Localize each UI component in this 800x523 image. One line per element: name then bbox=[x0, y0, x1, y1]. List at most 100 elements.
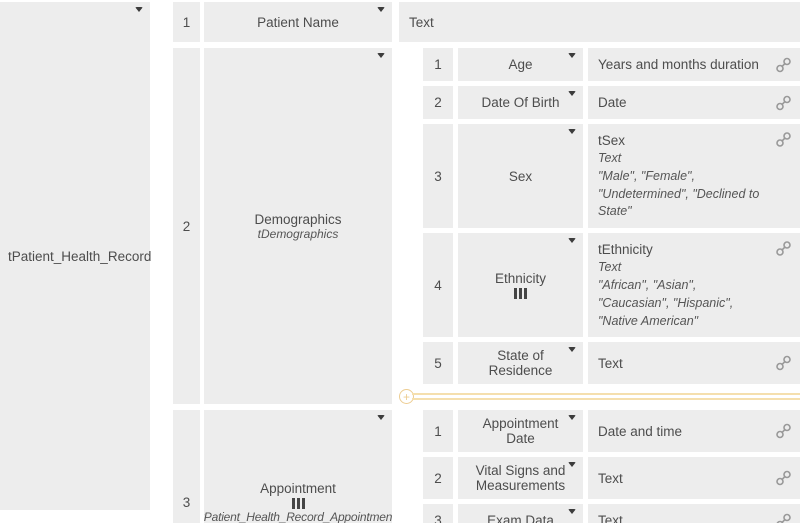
child-row-state-of-residence: 5 State of Residence Text bbox=[423, 342, 800, 384]
link-icon[interactable] bbox=[775, 94, 792, 111]
chevron-down-icon[interactable] bbox=[377, 7, 385, 12]
field-index[interactable]: 2 bbox=[423, 86, 453, 119]
field-type-cell[interactable]: tEthnicity Text "African", "Asian", "Cau… bbox=[588, 233, 800, 337]
field-name: Ethnicity bbox=[495, 271, 546, 286]
field-name: Appointment bbox=[260, 481, 336, 496]
link-icon[interactable] bbox=[775, 355, 792, 372]
field-name: Exam Data bbox=[487, 513, 554, 523]
field-type-cell[interactable]: Date bbox=[588, 86, 800, 119]
field-name: Sex bbox=[509, 169, 532, 184]
field-name-cell[interactable]: Date Of Birth bbox=[458, 86, 583, 119]
link-icon[interactable] bbox=[775, 240, 792, 257]
field-index[interactable]: 1 bbox=[423, 48, 453, 81]
field-index[interactable]: 3 bbox=[423, 504, 453, 523]
field-enum-values: "African", "Asian", "Caucasian", "Hispan… bbox=[598, 277, 770, 330]
child-row-age: 1 Age Years and months duration bbox=[423, 48, 800, 81]
field-index[interactable]: 2 bbox=[173, 48, 200, 404]
field-index[interactable]: 1 bbox=[173, 2, 200, 42]
chevron-down-icon[interactable] bbox=[377, 53, 385, 58]
field-index[interactable]: 3 bbox=[173, 410, 200, 523]
field-name-cell[interactable]: Appointment tPatient_Health_Record_Appoi… bbox=[204, 410, 392, 523]
link-icon[interactable] bbox=[775, 512, 792, 523]
field-name: Appointment Date bbox=[468, 416, 573, 446]
field-name: Age bbox=[508, 57, 532, 72]
field-name-cell[interactable]: Vital Signs and Measurements bbox=[458, 457, 583, 499]
field-type-name: tDemographics bbox=[258, 227, 339, 241]
child-row-exam-data: 3 Exam Data Text bbox=[423, 504, 800, 523]
child-fields-area: 1 Age Years and months duration bbox=[399, 48, 800, 404]
field-name-cell[interactable]: Ethnicity bbox=[458, 233, 583, 337]
child-row-sex: 3 Sex tSex Text "Male", "Female", "Undet… bbox=[423, 124, 800, 228]
schema-editor-canvas: tPatient_Health_Record 1 Patient Name Te… bbox=[0, 0, 800, 523]
field-name-cell[interactable]: Sex bbox=[458, 124, 583, 228]
link-icon[interactable] bbox=[775, 131, 792, 148]
chevron-down-icon[interactable] bbox=[568, 415, 576, 420]
field-base-type: Text bbox=[598, 259, 770, 277]
repeat-icon bbox=[514, 288, 527, 299]
field-row-demographics: 2 Demographics tDemographics 1 Age Year bbox=[173, 48, 800, 404]
field-name: Demographics bbox=[254, 212, 341, 227]
chevron-down-icon[interactable] bbox=[135, 7, 143, 12]
chevron-down-icon[interactable] bbox=[568, 238, 576, 243]
link-icon[interactable] bbox=[775, 470, 792, 487]
chevron-down-icon[interactable] bbox=[568, 462, 576, 467]
link-icon[interactable] bbox=[775, 423, 792, 440]
link-icon[interactable] bbox=[775, 56, 792, 73]
field-row-appointment: 3 Appointment tPatient_Health_Record_App… bbox=[173, 410, 800, 523]
field-tree: 1 Patient Name Text 2 Demographics tDemo… bbox=[173, 2, 800, 523]
root-element-box[interactable]: tPatient_Health_Record bbox=[0, 2, 150, 510]
chevron-down-icon[interactable] bbox=[568, 53, 576, 58]
field-type: Date bbox=[598, 95, 627, 110]
field-type: tSex bbox=[598, 131, 770, 150]
field-name-cell[interactable]: State of Residence bbox=[458, 342, 583, 384]
field-type-cell[interactable]: Text bbox=[588, 342, 800, 384]
field-type: Text bbox=[598, 513, 623, 523]
add-field-row-button[interactable]: + bbox=[399, 389, 800, 404]
field-enum-values: "Male", "Female", "Undetermined", "Decli… bbox=[598, 168, 770, 221]
field-index[interactable]: 2 bbox=[423, 457, 453, 499]
field-name: State of Residence bbox=[468, 348, 573, 378]
field-type-cell[interactable]: Text bbox=[588, 504, 800, 523]
child-row-date-of-birth: 2 Date Of Birth Date bbox=[423, 86, 800, 119]
field-name: Vital Signs and Measurements bbox=[468, 463, 573, 493]
chevron-down-icon[interactable] bbox=[568, 347, 576, 352]
child-field-table: 1 Appointment Date Date and time bbox=[399, 410, 800, 523]
field-index[interactable]: 1 bbox=[423, 410, 453, 452]
chevron-down-icon[interactable] bbox=[568, 129, 576, 134]
chevron-down-icon[interactable] bbox=[568, 91, 576, 96]
root-element-label: tPatient_Health_Record bbox=[0, 249, 151, 264]
field-base-type: Text bbox=[598, 150, 770, 168]
field-type: Text bbox=[399, 2, 800, 42]
field-name: Patient Name bbox=[257, 15, 339, 30]
field-index[interactable]: 3 bbox=[423, 124, 453, 228]
field-row-patient-name: 1 Patient Name Text bbox=[173, 2, 800, 42]
field-type: Date and time bbox=[598, 424, 682, 439]
child-row-appointment-date: 1 Appointment Date Date and time bbox=[423, 410, 800, 452]
field-type: Text bbox=[598, 471, 623, 486]
field-name-cell[interactable]: Patient Name bbox=[204, 2, 392, 42]
child-row-vital-signs: 2 Vital Signs and Measurements Text bbox=[423, 457, 800, 499]
child-fields-area: 1 Appointment Date Date and time bbox=[399, 410, 800, 523]
field-name-cell[interactable]: Exam Data bbox=[458, 504, 583, 523]
field-name: Date Of Birth bbox=[481, 95, 559, 110]
field-name-cell[interactable]: Age bbox=[458, 48, 583, 81]
field-type: tEthnicity bbox=[598, 240, 770, 259]
field-type-name: tPatient_Health_Record_Appointment bbox=[204, 510, 392, 523]
field-index[interactable]: 4 bbox=[423, 233, 453, 337]
field-type-cell[interactable]: Text bbox=[588, 457, 800, 499]
field-name-cell[interactable]: Appointment Date bbox=[458, 410, 583, 452]
field-type: Text bbox=[598, 356, 623, 371]
field-name-cell[interactable]: Demographics tDemographics bbox=[204, 48, 392, 404]
child-row-ethnicity: 4 Ethnicity tEthnicity Text "African", "… bbox=[423, 233, 800, 337]
add-row-line bbox=[412, 393, 800, 400]
field-type: Years and months duration bbox=[598, 57, 759, 72]
field-index[interactable]: 5 bbox=[423, 342, 453, 384]
chevron-down-icon[interactable] bbox=[568, 509, 576, 514]
field-type-cell[interactable]: Years and months duration bbox=[588, 48, 800, 81]
field-type-cell[interactable]: Date and time bbox=[588, 410, 800, 452]
field-type-cell[interactable]: tSex Text "Male", "Female", "Undetermine… bbox=[588, 124, 800, 228]
child-field-table: 1 Age Years and months duration bbox=[399, 48, 800, 404]
repeat-icon bbox=[292, 498, 305, 509]
chevron-down-icon[interactable] bbox=[377, 415, 385, 420]
field-type-cell[interactable]: Text bbox=[399, 2, 800, 42]
